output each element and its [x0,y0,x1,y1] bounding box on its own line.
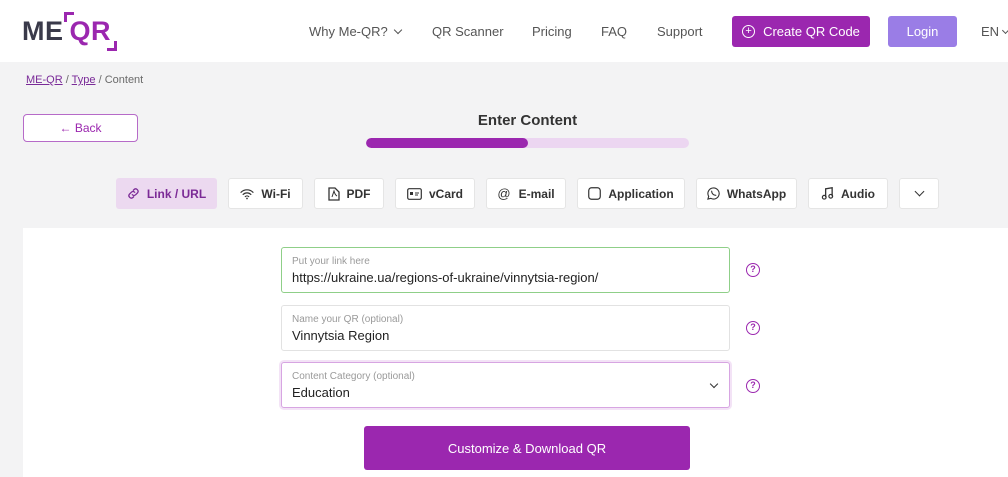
wifi-icon [240,188,254,199]
tab-vcard[interactable]: vCard [395,178,475,209]
breadcrumb-separator: / [98,74,102,86]
step-progress-fill [366,138,528,148]
language-label: EN [981,24,1000,39]
tab-application[interactable]: Application [577,178,685,209]
qr-name-label: Name your QR (optional) [292,314,404,325]
tab-label: E-mail [518,186,555,201]
tab-label: Wi-Fi [261,186,291,201]
link-help-icon[interactable]: ? [746,263,760,277]
tab-link-url[interactable]: Link / URL [116,178,217,209]
plus-circle-icon: + [742,25,756,38]
breadcrumb-home[interactable]: ME-QR [26,74,63,86]
link-input-field[interactable]: Put your link here [281,247,730,293]
customize-download-qr-button[interactable]: Customize & Download QR [364,426,690,470]
tab-label: PDF [346,186,371,201]
chevron-down-icon [914,186,924,197]
at-icon: @ [497,186,511,201]
app-icon [588,187,602,200]
tab-label: vCard [428,186,463,201]
tab-label: WhatsApp [726,186,787,201]
vcard-icon [407,187,422,200]
link-icon [128,188,139,199]
me-qr-logo[interactable]: ME QR [22,11,117,51]
tab-pdf[interactable]: PDF [314,178,384,209]
music-icon [821,187,834,200]
content-category-label: Content Category (optional) [292,371,415,382]
login-button[interactable]: Login [888,16,957,47]
nav-why-me-qr[interactable]: Why Me-QR? [309,24,402,39]
chevron-down-icon [1002,26,1008,35]
chevron-down-icon [393,25,402,35]
tab-label: Audio [841,186,875,201]
qr-name-input[interactable] [292,327,719,344]
tab-label: Application [608,186,674,201]
create-qr-code-button[interactable]: + Create QR Code [732,16,870,47]
tab-whatsapp[interactable]: WhatsApp [696,178,797,209]
breadcrumb: ME-QR / Type / Content [26,74,143,86]
tab-label: Link / URL [146,186,207,201]
breadcrumb-separator: / [65,74,69,86]
link-input-label: Put your link here [292,256,370,267]
step-progress-bar [366,138,689,148]
breadcrumb-current: Content [104,74,144,86]
more-types-button[interactable] [899,178,939,209]
content-category-select[interactable]: Content Category (optional) Education [281,362,730,408]
content-category-help-icon[interactable]: ? [746,379,760,393]
logo-qr: QR [63,11,117,51]
top-header: ME QR Why Me-QR? QR Scanner Pricing FAQ S… [0,0,1008,62]
nav-pricing[interactable]: Pricing [532,24,572,39]
nav-why-me-qr-label: Why Me-QR? [309,24,388,39]
qr-name-field[interactable]: Name your QR (optional) [281,305,730,351]
breadcrumb-type[interactable]: Type [72,74,96,86]
nav-faq[interactable]: FAQ [601,24,627,39]
tab-audio[interactable]: Audio [808,178,888,209]
create-qr-code-label: Create QR Code [763,24,860,39]
page-title: Enter Content [477,112,578,129]
nav-qr-scanner[interactable]: QR Scanner [432,24,504,39]
logo-me: ME [22,15,64,46]
tab-wifi[interactable]: Wi-Fi [228,178,303,209]
content-category-value: Education [292,385,350,400]
back-button[interactable]: ← Back [23,114,138,142]
qr-name-help-icon[interactable]: ? [746,321,760,335]
whatsapp-icon [706,187,720,200]
pdf-icon [327,186,340,201]
tab-email[interactable]: @ E-mail [486,178,566,209]
link-input[interactable] [292,269,719,286]
language-selector[interactable]: EN [981,24,1008,39]
nav-support[interactable]: Support [657,24,703,39]
